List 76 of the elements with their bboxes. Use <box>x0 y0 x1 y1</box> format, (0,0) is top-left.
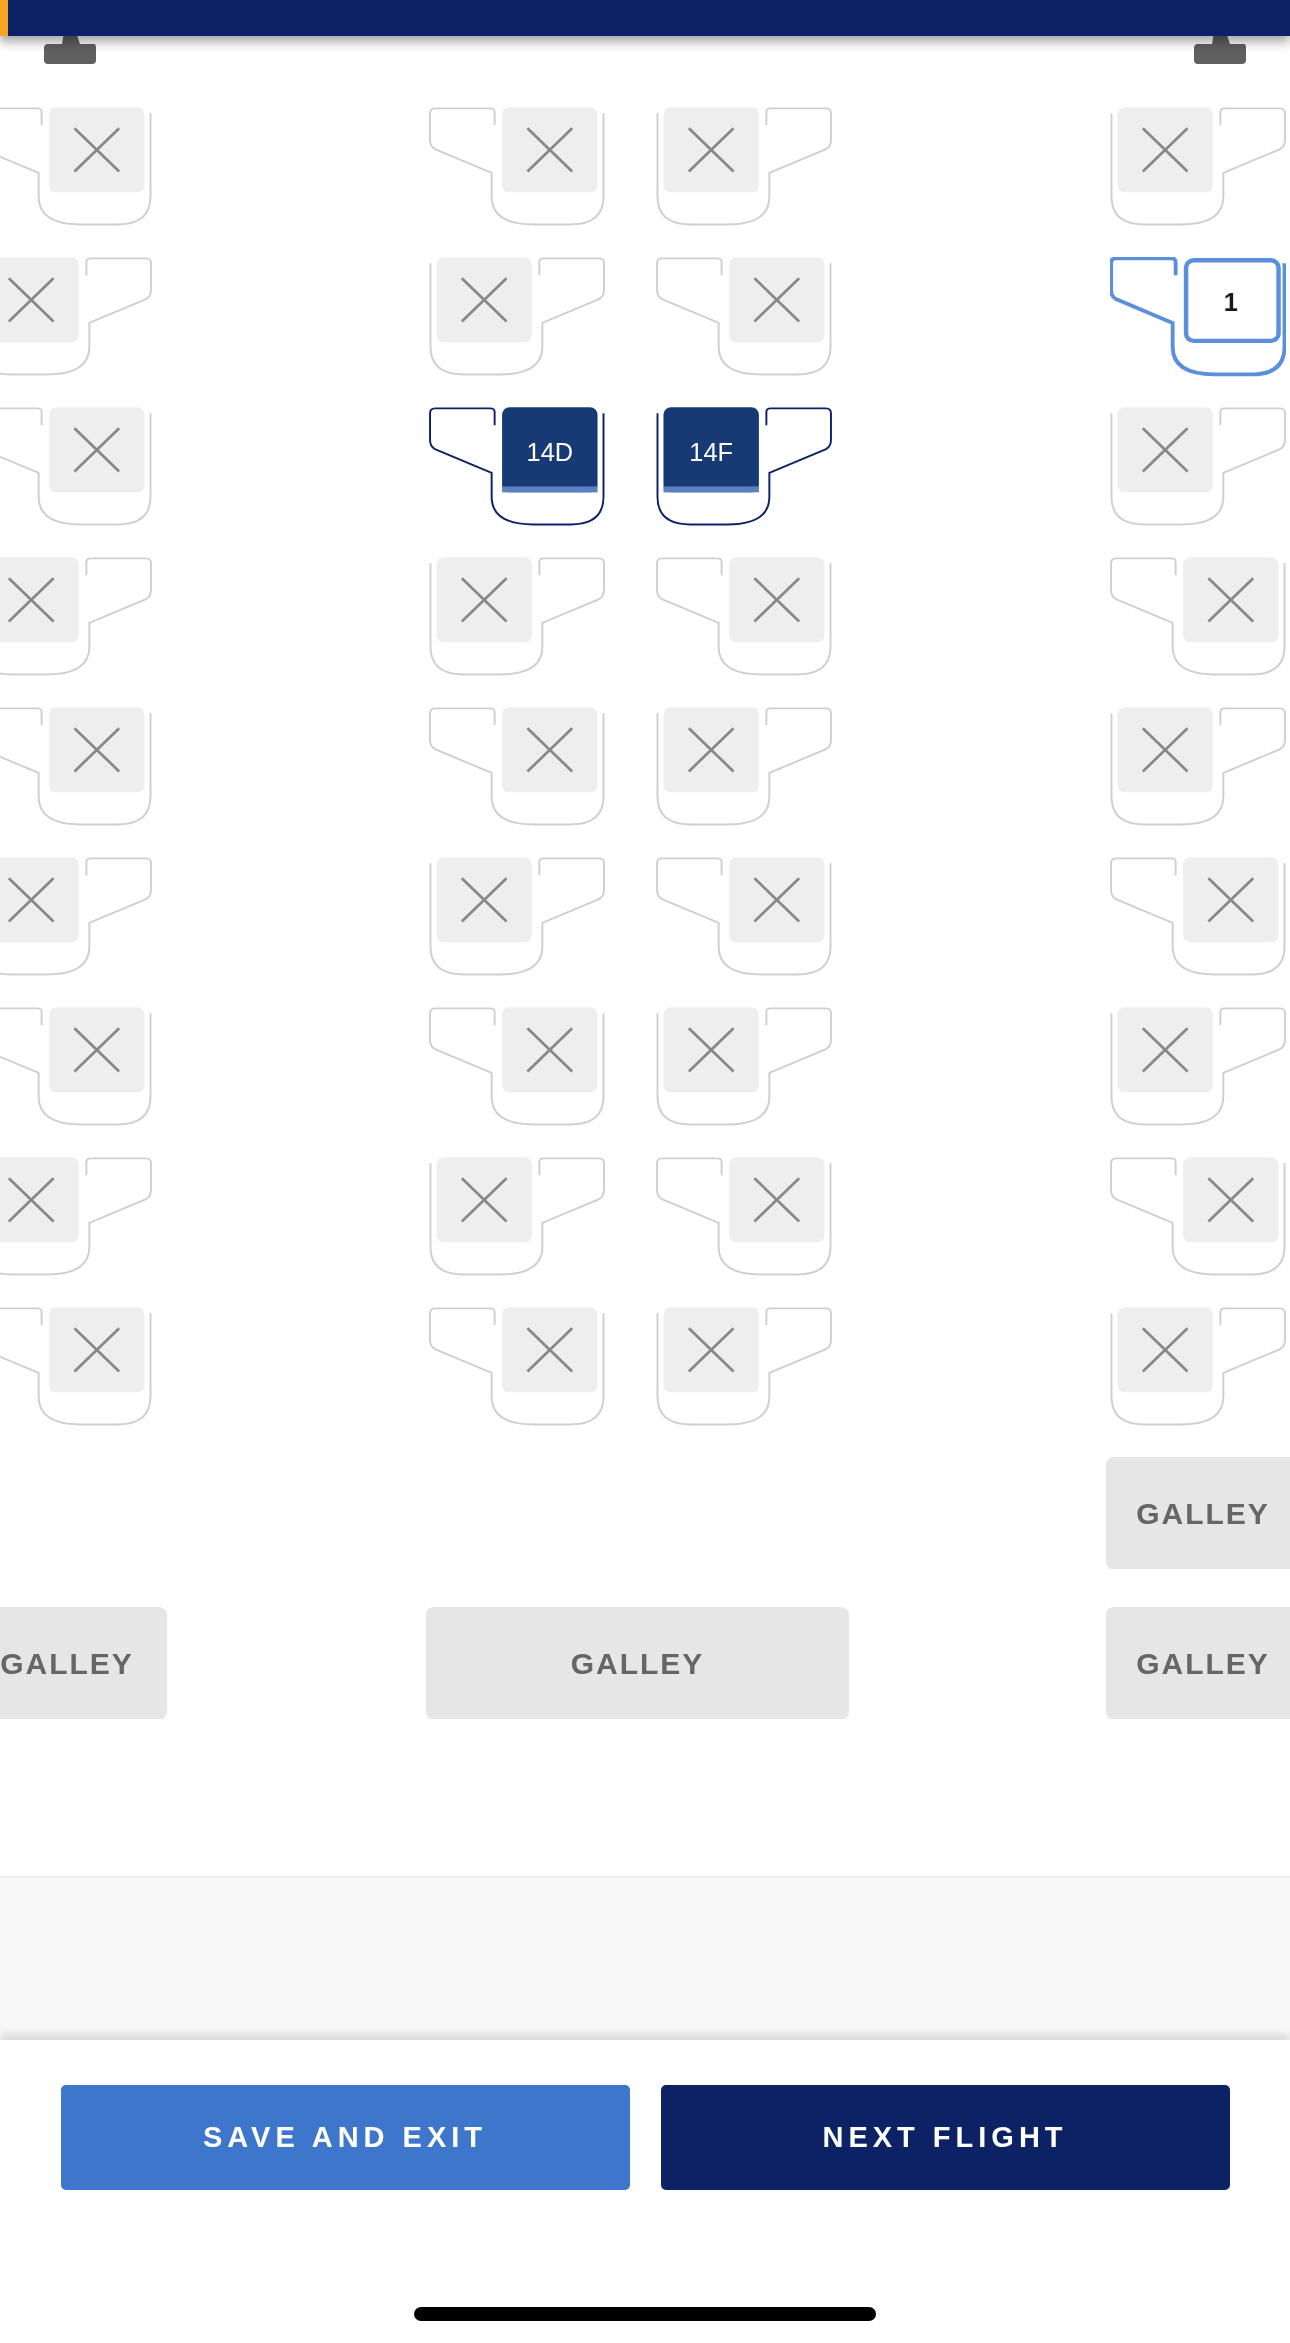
x-icon <box>1141 727 1189 773</box>
seat[interactable] <box>1110 1007 1286 1127</box>
x-icon <box>526 1027 574 1073</box>
seat[interactable] <box>0 257 152 377</box>
x-icon <box>7 577 55 623</box>
seat[interactable] <box>429 857 605 977</box>
x-icon <box>73 1327 121 1373</box>
seat[interactable] <box>429 557 605 677</box>
seat[interactable] <box>656 1007 832 1127</box>
x-icon <box>7 877 55 923</box>
seat[interactable] <box>1110 857 1286 977</box>
x-icon <box>1207 577 1255 623</box>
x-icon <box>73 127 121 173</box>
seat[interactable] <box>0 857 152 977</box>
x-icon <box>460 877 508 923</box>
seat[interactable] <box>0 1307 152 1427</box>
seat[interactable] <box>429 107 605 227</box>
x-icon <box>526 127 574 173</box>
galley-block: GALLEY <box>0 1607 167 1719</box>
seat[interactable] <box>1110 1157 1286 1277</box>
seat[interactable]: 14D <box>429 407 605 527</box>
x-icon <box>526 1327 574 1373</box>
x-icon <box>1141 1027 1189 1073</box>
accent-strip <box>0 0 8 36</box>
x-icon <box>687 1027 735 1073</box>
x-icon <box>687 727 735 773</box>
x-icon <box>687 1327 735 1373</box>
seat[interactable] <box>429 707 605 827</box>
seat[interactable] <box>429 1307 605 1427</box>
x-icon <box>526 727 574 773</box>
seat[interactable] <box>0 107 152 227</box>
x-icon <box>73 427 121 473</box>
seat[interactable] <box>656 257 832 377</box>
x-icon <box>753 577 801 623</box>
galley-block: GALLEY <box>1106 1607 1290 1719</box>
x-icon <box>1141 1327 1189 1373</box>
seat[interactable] <box>429 1157 605 1277</box>
seat[interactable] <box>656 107 832 227</box>
seat[interactable] <box>0 707 152 827</box>
x-icon <box>1141 427 1189 473</box>
galley-block: GALLEY <box>426 1607 849 1719</box>
x-icon <box>460 277 508 323</box>
seat[interactable] <box>1110 107 1286 227</box>
seat[interactable] <box>1110 1307 1286 1427</box>
seat[interactable] <box>1110 557 1286 677</box>
x-icon <box>753 277 801 323</box>
x-icon <box>460 577 508 623</box>
save-button[interactable]: SAVE AND EXIT <box>60 2085 630 2190</box>
x-icon <box>753 1177 801 1223</box>
seat[interactable] <box>1110 407 1286 527</box>
x-icon <box>460 1177 508 1223</box>
seat[interactable] <box>656 707 832 827</box>
x-icon <box>73 1027 121 1073</box>
x-icon <box>1141 127 1189 173</box>
seat[interactable] <box>0 557 152 677</box>
x-icon <box>7 277 55 323</box>
x-icon <box>7 1177 55 1223</box>
seat[interactable] <box>429 1007 605 1127</box>
seat[interactable]: 1 <box>1110 257 1286 377</box>
seat[interactable] <box>0 407 152 527</box>
x-icon <box>687 127 735 173</box>
x-icon <box>1207 877 1255 923</box>
galley-block: GALLEY <box>1106 1457 1290 1569</box>
seat[interactable] <box>0 1157 152 1277</box>
x-icon <box>1207 1177 1255 1223</box>
seat[interactable] <box>429 257 605 377</box>
seat[interactable] <box>656 1307 832 1427</box>
seat[interactable] <box>1110 707 1286 827</box>
x-icon <box>753 877 801 923</box>
x-icon <box>73 727 121 773</box>
next-button[interactable]: NEXT FLIGHT <box>660 2085 1230 2190</box>
seat[interactable]: 14F <box>656 407 832 527</box>
seat[interactable] <box>0 1007 152 1127</box>
seat[interactable] <box>656 1157 832 1277</box>
seat[interactable] <box>656 857 832 977</box>
seat[interactable] <box>656 557 832 677</box>
